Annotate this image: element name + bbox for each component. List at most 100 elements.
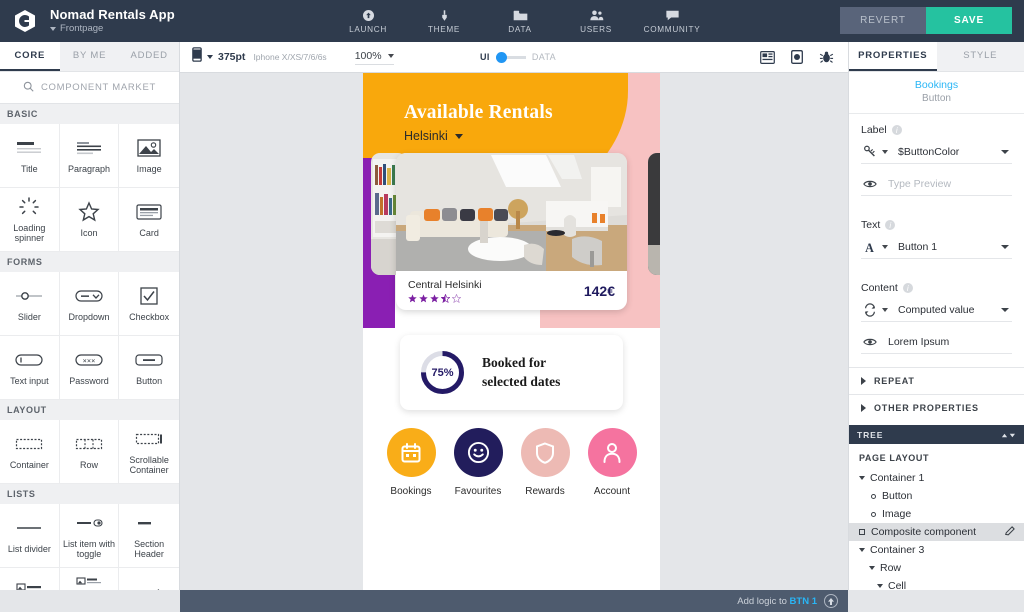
add-logic-button-name[interactable]: BTN 1 <box>790 596 817 607</box>
component-list-item-with-toggle[interactable]: List item with toggle <box>59 504 120 568</box>
nav-item-users[interactable]: USERS <box>558 0 634 42</box>
pencil-icon[interactable] <box>1004 525 1016 540</box>
component-text-input[interactable]: Text input <box>0 336 60 400</box>
tab-core[interactable]: CORE <box>0 42 60 71</box>
zoom-selector[interactable]: 100% <box>354 50 394 65</box>
quick-action-account[interactable]: Account <box>584 428 640 497</box>
caret-down-icon[interactable] <box>859 548 865 552</box>
property-value[interactable]: $ButtonColor <box>892 146 997 158</box>
chevron-down-icon[interactable] <box>882 245 888 249</box>
property-row-label-value[interactable]: $ButtonColor <box>861 141 1012 164</box>
property-row-content-preview[interactable]: Lorem Ipsum <box>861 331 1012 354</box>
component-password[interactable]: ××× Password <box>59 336 120 400</box>
component-container[interactable]: Container <box>0 420 60 484</box>
debug-bug-icon[interactable] <box>819 50 834 64</box>
component-list-item-with-image-and-desc[interactable]: List item with image & desc. <box>59 568 120 590</box>
component-dropdown[interactable]: Dropdown <box>59 272 120 336</box>
component-market-button[interactable]: COMPONENT MARKET <box>0 72 179 104</box>
booked-card[interactable]: 75% Booked for selected dates <box>400 335 623 410</box>
component-list-item[interactable]: List item <box>119 568 179 590</box>
caret-down-icon[interactable] <box>859 476 865 480</box>
tree-item-row[interactable]: Row <box>849 559 1024 577</box>
city-selector[interactable]: Helsinki <box>404 129 463 143</box>
info-icon[interactable]: i <box>902 283 913 293</box>
top-nav: LAUNCH THEME DATA USERS COMMUNITY <box>330 0 710 42</box>
property-value[interactable]: Button 1 <box>892 241 997 253</box>
device-preview-icon[interactable] <box>791 50 803 64</box>
tree-item-composite-component[interactable]: Composite component <box>849 523 1024 541</box>
listing-card[interactable]: Central Helsinki 142€ <box>396 153 627 310</box>
property-label-text: Content <box>861 282 898 294</box>
content-preview-value[interactable]: Lorem Ipsum <box>882 336 1012 348</box>
tree-item-image[interactable]: Image <box>849 505 1024 523</box>
property-row-text-value[interactable]: A Button 1 <box>861 236 1012 259</box>
chevron-down-icon[interactable] <box>882 308 888 312</box>
phone-preview[interactable]: Available Rentals Helsinki Central Helsi… <box>363 73 660 590</box>
nav-item-community[interactable]: COMMUNITY <box>634 0 710 42</box>
revert-button[interactable]: REVERT <box>840 7 926 34</box>
component-title[interactable]: Title <box>0 124 60 188</box>
nav-item-theme[interactable]: THEME <box>406 0 482 42</box>
component-row[interactable]: Row <box>59 420 120 484</box>
tab-added[interactable]: ADDED <box>119 42 179 71</box>
component-paragraph[interactable]: Paragraph <box>59 124 120 188</box>
nav-item-launch[interactable]: LAUNCH <box>330 0 406 42</box>
tree-item-container-3[interactable]: Container 3 <box>849 541 1024 559</box>
property-row-content-value[interactable]: Computed value <box>861 299 1012 322</box>
section-repeat[interactable]: REPEAT <box>849 367 1024 394</box>
tree-item-button[interactable]: Button <box>849 487 1024 505</box>
component-list-item-with-image[interactable]: List item with image <box>0 568 60 590</box>
eye-icon[interactable] <box>861 337 878 347</box>
quick-action-favourites[interactable]: Favourites <box>450 428 506 497</box>
ui-data-switch[interactable] <box>495 51 526 63</box>
chevron-down-icon[interactable] <box>1001 245 1009 249</box>
caret-down-icon[interactable] <box>877 584 883 588</box>
component-scrollable-container[interactable]: Scrollable Container <box>119 420 179 484</box>
component-button[interactable]: Button <box>119 336 179 400</box>
tree-collapse-icon[interactable] <box>1000 426 1016 444</box>
component-label: Container <box>9 459 49 470</box>
component-label: Checkbox <box>129 311 170 322</box>
chevron-down-icon[interactable] <box>882 150 888 154</box>
component-section-header[interactable]: Section Header <box>119 504 179 568</box>
save-button[interactable]: SAVE <box>926 7 1012 34</box>
tab-style[interactable]: STYLE <box>936 42 1024 71</box>
label-preview-input[interactable]: Type Preview <box>882 178 1012 190</box>
property-value[interactable]: Computed value <box>892 304 997 316</box>
component-slider[interactable]: Slider <box>0 272 60 336</box>
arrow-up-circle-icon[interactable] <box>824 594 838 608</box>
chevron-down-icon[interactable] <box>1001 308 1009 312</box>
layout-panel-icon[interactable] <box>760 50 775 64</box>
quick-action-rewards[interactable]: Rewards <box>517 428 573 497</box>
component-icon[interactable]: Icon <box>59 188 120 252</box>
info-icon[interactable]: i <box>885 220 896 230</box>
tree-item-cell-1[interactable]: Cell <box>849 577 1024 590</box>
caret-down-icon[interactable] <box>869 566 875 570</box>
section-other-properties[interactable]: OTHER PROPERTIES <box>849 394 1024 421</box>
component-card[interactable]: Card <box>119 188 179 252</box>
info-icon[interactable]: i <box>891 125 902 135</box>
chevron-down-icon[interactable] <box>1001 150 1009 154</box>
nav-item-data[interactable]: DATA <box>482 0 558 42</box>
component-checkbox[interactable]: Checkbox <box>119 272 179 336</box>
tab-properties[interactable]: PROPERTIES <box>849 42 937 71</box>
selected-element-name[interactable]: Bookings <box>849 79 1024 91</box>
tree-item-container-1[interactable]: Container 1 <box>849 469 1024 487</box>
property-row-label-preview[interactable]: Type Preview <box>861 173 1012 196</box>
tree-header[interactable]: TREE <box>849 425 1024 444</box>
star-full-icon <box>419 293 428 302</box>
tab-by-me[interactable]: BY ME <box>59 42 120 71</box>
quick-action-bookings[interactable]: Bookings <box>383 428 439 497</box>
data-folder-icon <box>513 9 528 22</box>
page-selector[interactable]: Frontpage <box>50 24 175 34</box>
component-list-divider[interactable]: List divider <box>0 504 60 568</box>
eye-icon[interactable] <box>861 179 878 189</box>
nomad-logo-icon[interactable] <box>12 8 38 34</box>
dropdown-component-icon <box>74 285 104 307</box>
component-image[interactable]: Image <box>119 124 179 188</box>
device-selector[interactable]: 375pt Iphone X/XS/7/6/6s <box>192 47 327 67</box>
ui-data-toggle[interactable]: UI DATA <box>480 51 556 63</box>
carousel-card-next[interactable] <box>648 153 660 275</box>
image-component-icon <box>136 137 162 159</box>
component-loading-spinner[interactable]: Loading spinner <box>0 188 60 252</box>
